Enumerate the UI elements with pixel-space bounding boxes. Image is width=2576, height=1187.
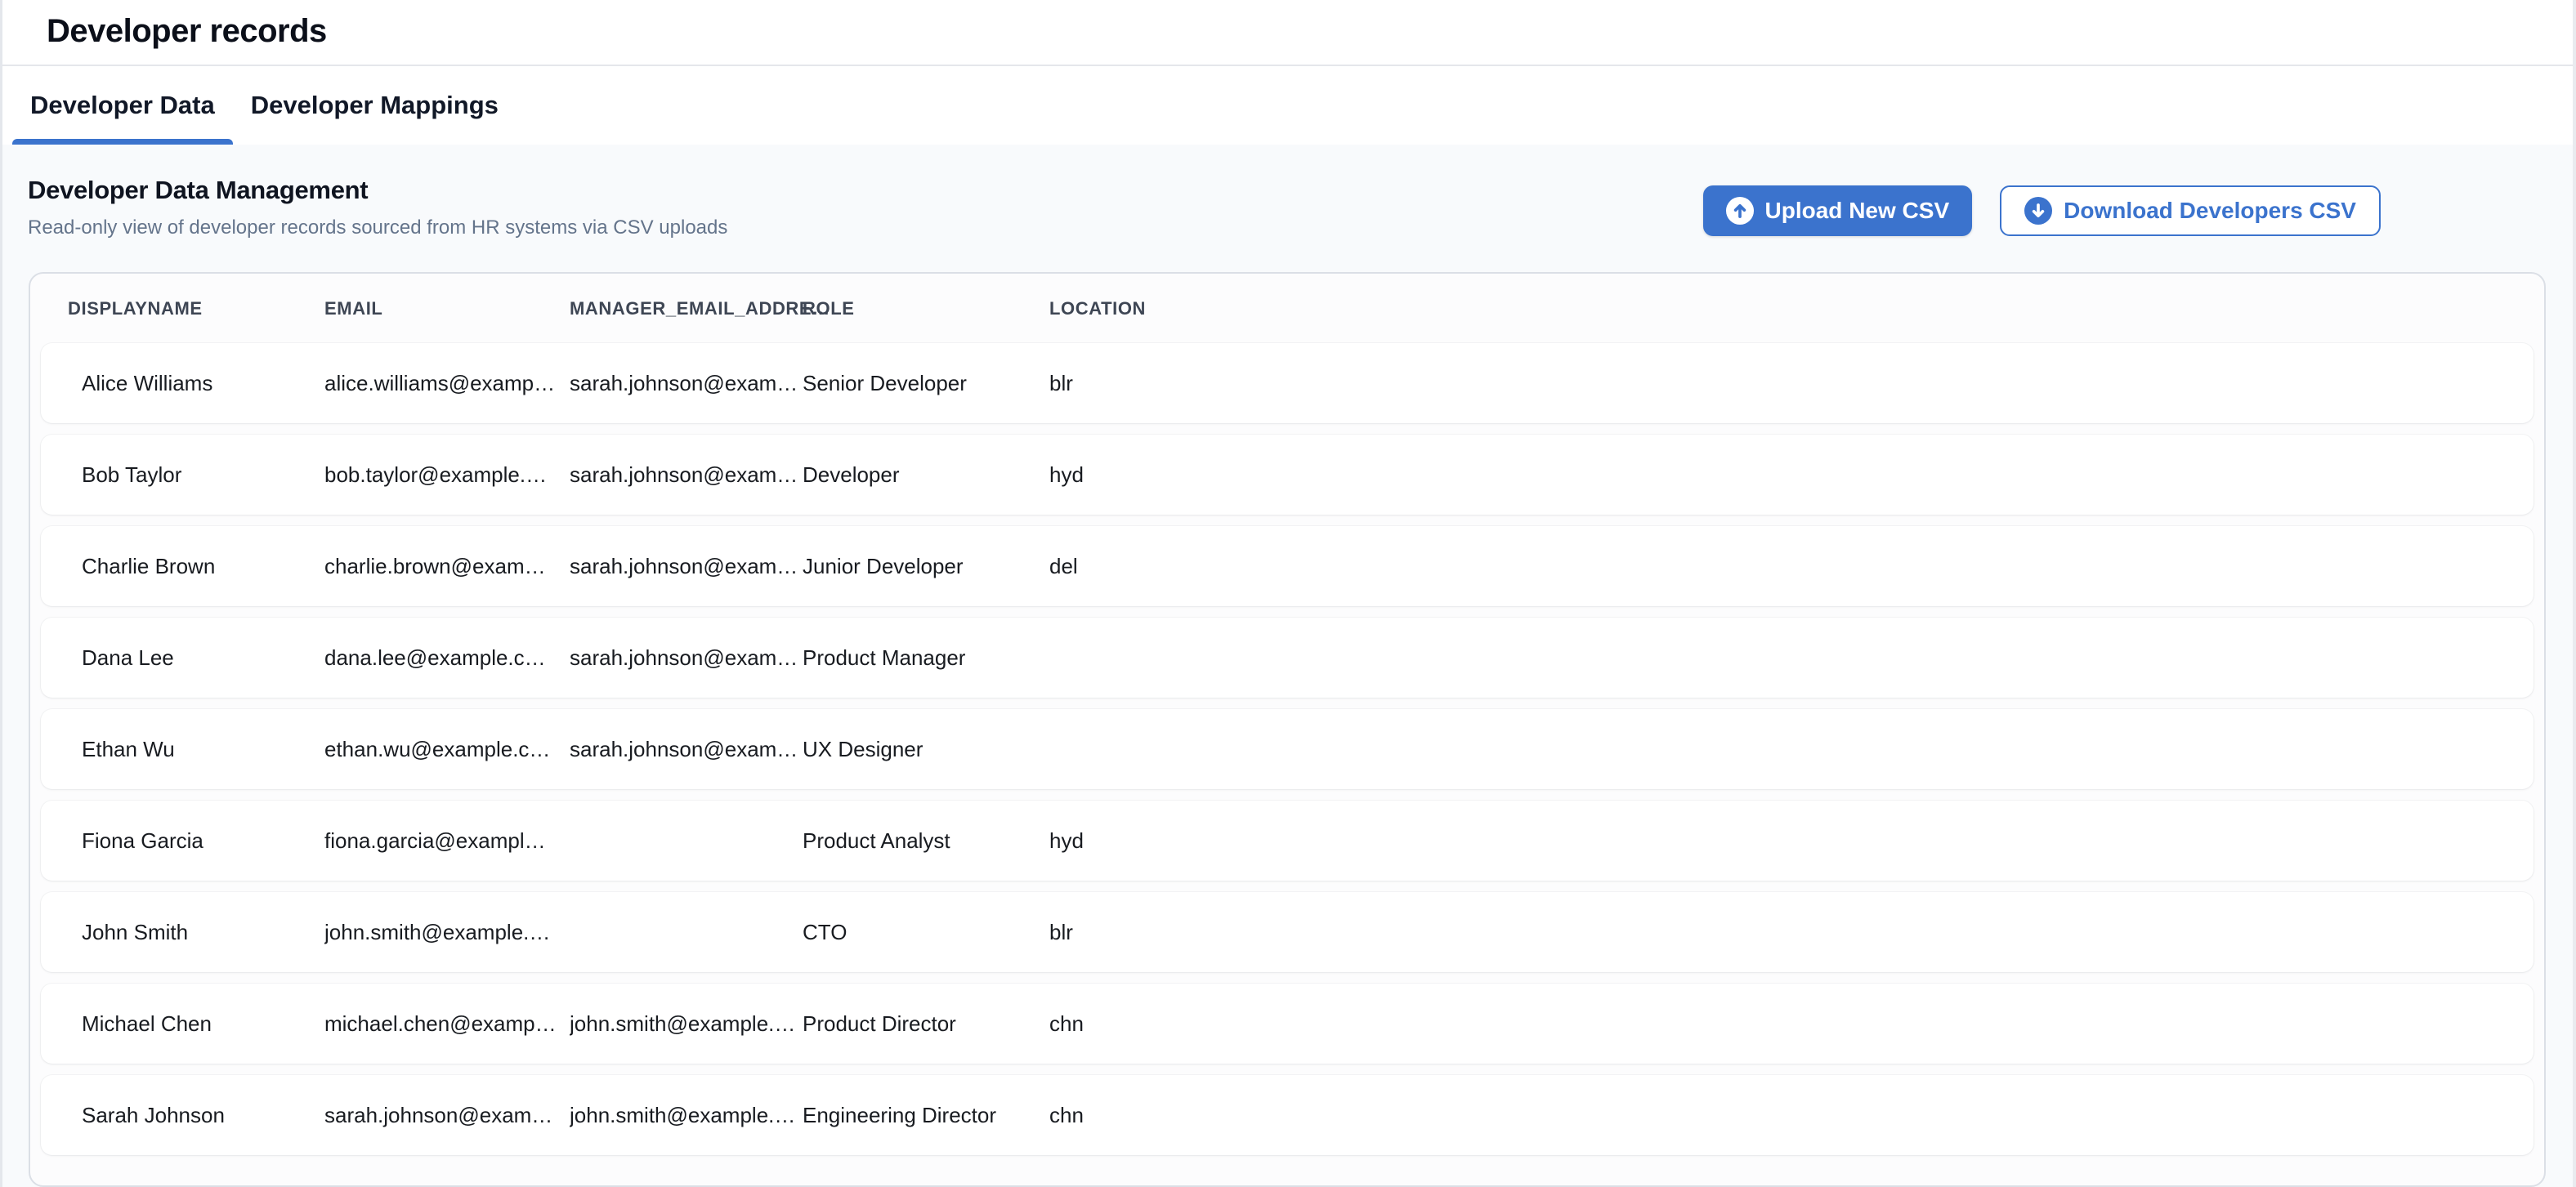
cell-manager-email: sarah.johnson@exam…	[570, 737, 803, 762]
cell-location: blr	[1049, 371, 2534, 396]
upload-csv-label: Upload New CSV	[1765, 198, 1950, 224]
cell-role: Product Manager	[803, 645, 1049, 671]
column-header-displayname: DISPLAYNAME	[68, 298, 324, 319]
table-row: Michael Chen michael.chen@examp… john.sm…	[41, 984, 2534, 1064]
cell-displayname: Ethan Wu	[82, 737, 324, 762]
section-header: Developer Data Management Read-only view…	[2, 176, 2573, 239]
table-row: Charlie Brown charlie.brown@exam… sarah.…	[41, 526, 2534, 606]
section-heading: Developer Data Management	[28, 176, 727, 205]
column-header-email: EMAIL	[324, 298, 570, 319]
table-row: Fiona Garcia fiona.garcia@exampl… Produc…	[41, 801, 2534, 881]
cell-email: john.smith@example.…	[324, 920, 570, 945]
cell-location: chn	[1049, 1103, 2534, 1128]
cell-manager-email: sarah.johnson@exam…	[570, 554, 803, 579]
tab-developer-mappings-label: Developer Mappings	[251, 91, 499, 120]
cell-email: fiona.garcia@exampl…	[324, 828, 570, 854]
circle-arrow-up-icon	[1726, 197, 1754, 225]
cell-role: Product Analyst	[803, 828, 1049, 854]
circle-arrow-down-icon	[2024, 197, 2052, 225]
cell-email: michael.chen@examp…	[324, 1011, 570, 1037]
cell-manager-email: john.smith@example.…	[570, 1103, 803, 1128]
cell-location: blr	[1049, 920, 2534, 945]
cell-manager-email: sarah.johnson@exam…	[570, 645, 803, 671]
tab-bar: Developer Data Developer Mappings	[2, 66, 2573, 145]
cell-manager-email: sarah.johnson@exam…	[570, 462, 803, 488]
table-body: Alice Williams alice.williams@examp… sar…	[30, 343, 2544, 1155]
column-header-manager-email: MANAGER_EMAIL_ADDRE…	[570, 298, 803, 319]
cell-location: hyd	[1049, 828, 2534, 854]
cell-displayname: Michael Chen	[82, 1011, 324, 1037]
developers-table: DISPLAYNAME EMAIL MANAGER_EMAIL_ADDRE… R…	[29, 272, 2546, 1187]
cell-role: Developer	[803, 462, 1049, 488]
section-subheading: Read-only view of developer records sour…	[28, 216, 727, 239]
cell-location: del	[1049, 554, 2534, 579]
page-title: Developer records	[47, 13, 2573, 50]
cell-displayname: Alice Williams	[82, 371, 324, 396]
developer-data-panel: Developer Data Management Read-only view…	[2, 145, 2573, 1187]
cell-email: sarah.johnson@exam…	[324, 1103, 570, 1128]
cell-email: alice.williams@examp…	[324, 371, 570, 396]
cell-manager-email: john.smith@example.…	[570, 1011, 803, 1037]
table-row: Dana Lee dana.lee@example.c… sarah.johns…	[41, 618, 2534, 698]
cell-displayname: Sarah Johnson	[82, 1103, 324, 1128]
cell-location: chn	[1049, 1011, 2534, 1037]
cell-role: CTO	[803, 920, 1049, 945]
download-csv-label: Download Developers CSV	[2064, 198, 2356, 224]
cell-email: bob.taylor@example.…	[324, 462, 570, 488]
table-row: Ethan Wu ethan.wu@example.c… sarah.johns…	[41, 709, 2534, 789]
cell-displayname: Dana Lee	[82, 645, 324, 671]
cell-email: dana.lee@example.c…	[324, 645, 570, 671]
table-row: John Smith john.smith@example.… CTO blr	[41, 892, 2534, 972]
tab-developer-data[interactable]: Developer Data	[12, 66, 233, 145]
table-row: Bob Taylor bob.taylor@example.… sarah.jo…	[41, 435, 2534, 515]
cell-manager-email: sarah.johnson@exam…	[570, 371, 803, 396]
page-header: Developer records	[2, 0, 2573, 66]
table-header-row: DISPLAYNAME EMAIL MANAGER_EMAIL_ADDRE… R…	[30, 274, 2544, 343]
cell-email: charlie.brown@exam…	[324, 554, 570, 579]
developer-records-page: Developer records Developer Data Develop…	[0, 0, 2576, 1187]
cell-role: UX Designer	[803, 737, 1049, 762]
cell-displayname: John Smith	[82, 920, 324, 945]
table-row: Sarah Johnson sarah.johnson@exam… john.s…	[41, 1075, 2534, 1155]
cell-displayname: Bob Taylor	[82, 462, 324, 488]
cell-displayname: Fiona Garcia	[82, 828, 324, 854]
csv-button-group: Upload New CSV Download Developers CSV	[1703, 185, 2381, 236]
cell-role: Senior Developer	[803, 371, 1049, 396]
cell-location: hyd	[1049, 462, 2534, 488]
cell-role: Product Director	[803, 1011, 1049, 1037]
column-header-role: ROLE	[803, 298, 1049, 319]
upload-csv-button[interactable]: Upload New CSV	[1703, 185, 1973, 236]
cell-email: ethan.wu@example.c…	[324, 737, 570, 762]
tab-developer-data-label: Developer Data	[30, 91, 215, 120]
cell-displayname: Charlie Brown	[82, 554, 324, 579]
cell-role: Junior Developer	[803, 554, 1049, 579]
column-header-location: LOCATION	[1049, 298, 2544, 319]
cell-role: Engineering Director	[803, 1103, 1049, 1128]
tab-developer-mappings[interactable]: Developer Mappings	[233, 66, 517, 145]
table-row: Alice Williams alice.williams@examp… sar…	[41, 343, 2534, 423]
section-header-text: Developer Data Management Read-only view…	[28, 176, 727, 239]
download-csv-button[interactable]: Download Developers CSV	[2000, 185, 2381, 236]
